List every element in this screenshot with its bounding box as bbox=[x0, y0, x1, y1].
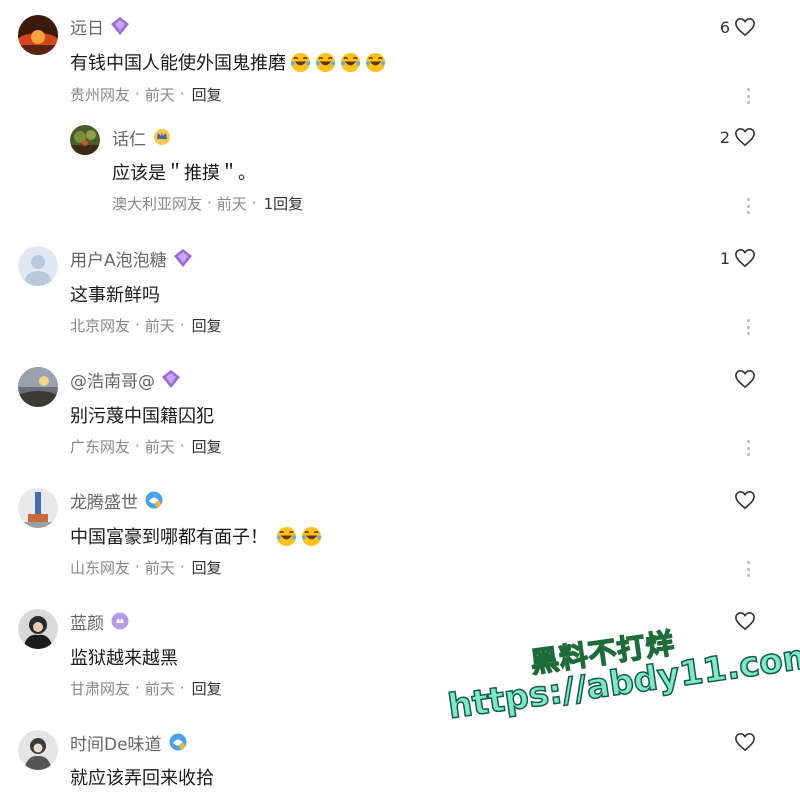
timestamp: 前天 bbox=[216, 194, 247, 213]
location: 山东网友 bbox=[70, 558, 131, 577]
username[interactable]: 远日 bbox=[70, 14, 104, 39]
laughing-tears-emoji bbox=[315, 52, 336, 72]
separator: · bbox=[179, 437, 185, 455]
more-options-icon[interactable] bbox=[746, 319, 750, 335]
comment-text: 这事新鲜吗 bbox=[70, 285, 160, 306]
timestamp: 前天 bbox=[144, 85, 175, 104]
like-button[interactable] bbox=[730, 488, 756, 512]
like-count: 1 bbox=[719, 248, 730, 268]
laughing-tears-emoji bbox=[301, 526, 322, 546]
separator: · bbox=[135, 558, 140, 576]
separator: · bbox=[179, 316, 185, 334]
location: 贵州网友 bbox=[70, 85, 131, 104]
username[interactable]: 话仁 bbox=[112, 125, 146, 150]
heart-icon bbox=[735, 490, 755, 510]
gold-crown-badge-icon bbox=[154, 129, 170, 145]
timestamp: 前天 bbox=[144, 679, 175, 698]
more-options-icon[interactable] bbox=[746, 440, 750, 456]
comment-text: 有钱中国人能使外国鬼推磨 bbox=[70, 53, 286, 74]
like-button[interactable]: 1 bbox=[720, 246, 756, 270]
more-options-icon[interactable] bbox=[746, 198, 750, 214]
like-count: 6 bbox=[719, 17, 730, 37]
comment-text: 监狱越来越黑 bbox=[70, 648, 178, 669]
comment-text: 中国富豪到哪都有面子！ bbox=[70, 527, 268, 548]
separator: · bbox=[207, 194, 212, 212]
laughing-tears-emoji bbox=[276, 526, 297, 546]
timestamp: 前天 bbox=[144, 558, 175, 577]
reply-button[interactable]: 回复 bbox=[192, 557, 222, 578]
heart-icon bbox=[735, 732, 755, 752]
reply-button[interactable]: 回复 bbox=[192, 315, 222, 336]
blue-badge-icon bbox=[169, 733, 187, 751]
avatar[interactable] bbox=[18, 246, 58, 286]
like-count: 2 bbox=[719, 127, 730, 147]
avatar[interactable] bbox=[18, 488, 58, 528]
heart-icon bbox=[735, 248, 755, 268]
purple-diamond-badge-icon bbox=[162, 370, 180, 388]
avatar[interactable] bbox=[18, 15, 58, 55]
comment-text: 应该是＂推摸＂。 bbox=[112, 163, 256, 184]
username[interactable]: 时间De味道 bbox=[70, 730, 162, 755]
like-button[interactable]: 2 bbox=[720, 125, 756, 149]
more-options-icon[interactable] bbox=[746, 561, 750, 577]
like-button[interactable] bbox=[730, 730, 756, 754]
location: 甘肃网友 bbox=[70, 679, 131, 698]
timestamp: 前天 bbox=[144, 437, 175, 456]
heart-icon bbox=[735, 369, 755, 389]
comment-text: 就应该弄回来收拾 bbox=[70, 768, 214, 789]
blue-badge-icon bbox=[145, 491, 163, 509]
separator: · bbox=[135, 85, 140, 103]
laughing-tears-emoji bbox=[340, 52, 361, 72]
reply-button[interactable]: 1回复 bbox=[264, 193, 304, 214]
purple-diamond-badge-icon bbox=[173, 249, 192, 267]
heart-icon bbox=[735, 127, 755, 147]
separator: · bbox=[135, 437, 140, 455]
location: 广东网友 bbox=[70, 437, 131, 456]
separator: · bbox=[179, 558, 185, 576]
timestamp: 前天 bbox=[144, 316, 175, 335]
reply-button[interactable]: 回复 bbox=[192, 678, 222, 699]
purple-diamond-badge-icon bbox=[111, 17, 129, 35]
reply-button[interactable]: 回复 bbox=[192, 436, 222, 457]
username[interactable]: @浩南哥@ bbox=[70, 367, 155, 392]
avatar[interactable] bbox=[18, 730, 58, 770]
separator: · bbox=[251, 194, 257, 212]
heart-icon bbox=[735, 17, 755, 37]
avatar[interactable] bbox=[18, 609, 58, 649]
laughing-tears-emoji bbox=[365, 52, 386, 72]
separator: · bbox=[179, 679, 185, 697]
purple-circle-badge-icon bbox=[111, 612, 129, 630]
like-button[interactable] bbox=[730, 367, 756, 391]
like-button[interactable]: 6 bbox=[720, 15, 756, 39]
avatar[interactable] bbox=[18, 367, 58, 407]
more-options-icon[interactable] bbox=[746, 88, 750, 104]
location: 澳大利亚网友 bbox=[112, 194, 203, 213]
username[interactable]: 蓝颜 bbox=[70, 609, 104, 634]
separator: · bbox=[179, 85, 185, 103]
laughing-tears-emoji bbox=[290, 52, 311, 72]
separator: · bbox=[135, 316, 140, 334]
username[interactable]: 用户A泡泡糖 bbox=[70, 246, 167, 271]
reply-button[interactable]: 回复 bbox=[192, 84, 222, 105]
separator: · bbox=[135, 679, 140, 697]
username[interactable]: 龙腾盛世 bbox=[70, 488, 138, 513]
comment-text: 别污蔑中国籍囚犯 bbox=[70, 406, 214, 427]
avatar[interactable] bbox=[70, 125, 100, 155]
location: 北京网友 bbox=[70, 316, 131, 335]
